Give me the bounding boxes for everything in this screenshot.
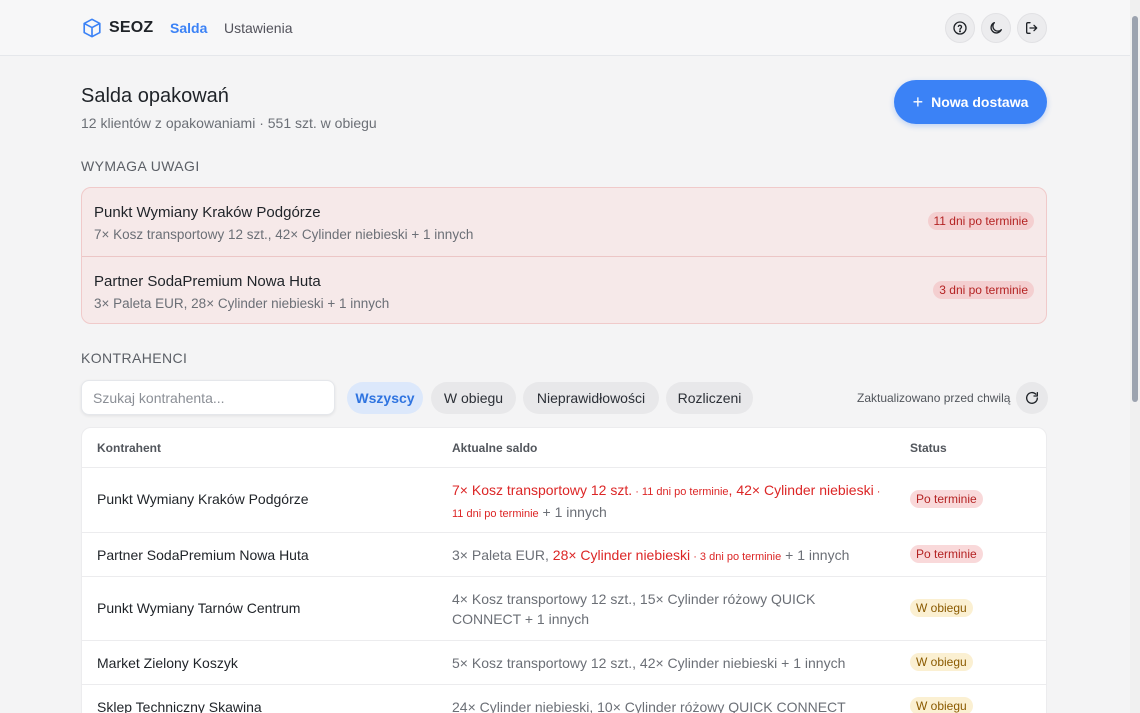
theme-toggle-button[interactable] xyxy=(981,13,1011,43)
table-row[interactable]: Punkt Wymiany Tarnów Centrum 4× Kosz tra… xyxy=(82,577,1046,641)
row-balance: 3× Paleta EUR, 28× Cylinder niebieski · … xyxy=(452,545,882,567)
contractors-table: Kontrahent Aktualne saldo Status Punkt W… xyxy=(81,427,1047,713)
table-row[interactable]: Sklep Techniczny Skawina 24× Cylinder ni… xyxy=(82,685,1046,713)
new-delivery-label: Nowa dostawa xyxy=(931,94,1029,110)
row-contractor-name: Partner SodaPremium Nowa Huta xyxy=(97,547,309,563)
status-badge: W obiegu xyxy=(910,653,973,671)
column-header-contractor[interactable]: Kontrahent xyxy=(97,441,161,455)
scrollbar-thumb[interactable] xyxy=(1132,16,1138,402)
status-badge: Po terminie xyxy=(910,490,983,508)
table-row[interactable]: Punkt Wymiany Kraków Podgórze 7× Kosz tr… xyxy=(82,468,1046,533)
row-balance: 4× Kosz transportowy 12 szt., 15× Cylind… xyxy=(452,591,816,627)
attention-item-desc: 3× Paleta EUR, 28× Cylinder niebieski + … xyxy=(94,296,390,311)
brand-name: SEOZ xyxy=(109,19,154,36)
overdue-note: · 11 dni po terminie xyxy=(632,486,729,498)
overdue-badge: 11 dni po terminie xyxy=(927,212,1034,230)
status-badge: W obiegu xyxy=(910,599,973,617)
help-icon xyxy=(953,21,967,35)
overdue-badge: 3 dni po terminie xyxy=(933,281,1034,299)
attention-item-desc: 7× Kosz transportowy 12 szt., 42× Cylind… xyxy=(94,227,474,242)
table-row[interactable]: Partner SodaPremium Nowa Huta 3× Paleta … xyxy=(82,533,1046,577)
nav-ustawienia[interactable]: Ustawienia xyxy=(224,20,292,36)
brand[interactable]: SEOZ xyxy=(81,17,153,39)
nav-salda[interactable]: Salda xyxy=(170,20,207,36)
more-items: + 1 innych xyxy=(538,504,607,520)
contractors-section-label: KONTRAHENCI xyxy=(81,350,188,366)
attention-item-name: Punkt Wymiany Kraków Podgórze xyxy=(94,204,321,221)
refresh-icon xyxy=(1026,391,1038,404)
filter-settled[interactable]: Rozliczeni xyxy=(666,382,753,414)
attention-item[interactable]: Partner SodaPremium Nowa Huta 3× Paleta … xyxy=(82,256,1046,323)
table-row[interactable]: Market Zielony Koszyk 5× Kosz transporto… xyxy=(82,641,1046,685)
page-subtitle: 12 klientów z opakowaniami · 551 szt. w … xyxy=(81,115,377,131)
moon-icon xyxy=(990,22,1002,34)
search-input[interactable] xyxy=(81,380,335,415)
filter-irregularities[interactable]: Nieprawidłowości xyxy=(523,382,659,414)
logout-button[interactable] xyxy=(1017,13,1047,43)
cube-icon xyxy=(83,18,101,38)
filter-in-circulation[interactable]: W obiegu xyxy=(431,382,516,414)
overdue-item: 28× Cylinder niebieski xyxy=(552,547,691,563)
top-bar: SEOZ Salda Ustawienia xyxy=(0,0,1130,56)
column-header-balance[interactable]: Aktualne saldo xyxy=(452,441,537,455)
status-badge: Po terminie xyxy=(910,545,983,563)
page-title: Salda opakowań xyxy=(81,85,229,107)
more-items: + 1 innych xyxy=(781,547,850,563)
row-contractor-name: Sklep Techniczny Skawina xyxy=(97,699,262,713)
refresh-button[interactable] xyxy=(1016,382,1048,414)
row-contractor-name: Punkt Wymiany Tarnów Centrum xyxy=(97,600,301,616)
row-balance: 24× Cylinder niebieski, 10× Cylinder róż… xyxy=(452,699,846,713)
row-contractor-name: Punkt Wymiany Kraków Podgórze xyxy=(97,491,309,507)
overdue-note: · 3 dni po terminie xyxy=(690,551,782,563)
balance-item: 3× Paleta EUR, xyxy=(452,547,553,563)
row-contractor-name: Market Zielony Koszyk xyxy=(97,655,238,671)
filter-all[interactable]: Wszyscy xyxy=(347,382,423,414)
help-button[interactable] xyxy=(945,13,975,43)
logout-icon xyxy=(1026,22,1038,34)
attention-section-label: WYMAGA UWAGI xyxy=(81,158,200,174)
attention-list: Punkt Wymiany Kraków Podgórze 7× Kosz tr… xyxy=(81,187,1047,324)
overdue-item: 42× Cylinder niebieski xyxy=(736,482,874,498)
updated-status: Zaktualizowano przed chwilą xyxy=(857,391,1011,405)
row-balance: 5× Kosz transportowy 12 szt., 42× Cylind… xyxy=(452,655,846,671)
page-scrollbar[interactable] xyxy=(1130,0,1140,713)
status-badge: W obiegu xyxy=(910,697,973,713)
attention-item[interactable]: Punkt Wymiany Kraków Podgórze 7× Kosz tr… xyxy=(82,188,1046,256)
plus-icon: + xyxy=(912,92,924,112)
row-balance: 7× Kosz transportowy 12 szt. · 11 dni po… xyxy=(452,480,882,524)
new-delivery-button[interactable]: + Nowa dostawa xyxy=(894,80,1047,124)
column-header-status[interactable]: Status xyxy=(910,441,947,455)
overdue-item: 7× Kosz transportowy 12 szt. xyxy=(452,482,633,498)
attention-item-name: Partner SodaPremium Nowa Huta xyxy=(94,273,321,290)
